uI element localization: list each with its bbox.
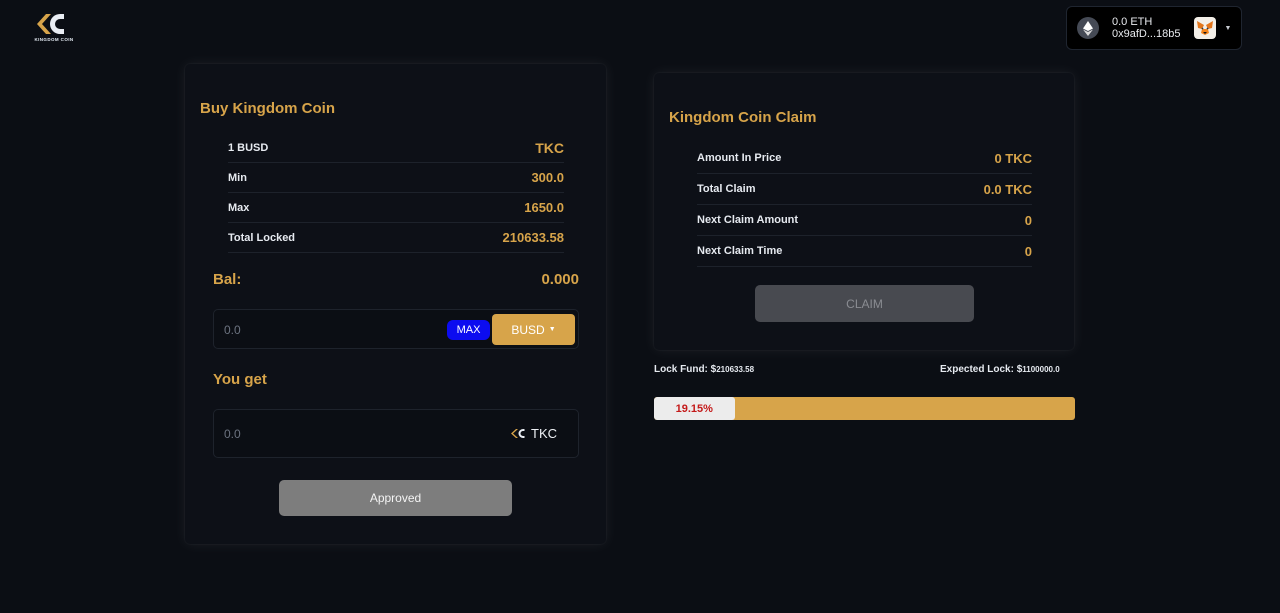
table-row: Next Claim Amount 0 bbox=[697, 205, 1032, 236]
chevron-down-icon[interactable]: ▼ bbox=[1225, 25, 1232, 32]
wallet-address: 0x9afD...18b5 bbox=[1112, 28, 1181, 40]
receive-currency-label: TKC bbox=[531, 426, 557, 441]
approved-button[interactable]: Approved bbox=[279, 480, 512, 516]
table-row: Total Claim 0.0 TKC bbox=[697, 174, 1032, 205]
claim-card: Kingdom Coin Claim Amount In Price 0 TKC… bbox=[654, 73, 1074, 350]
claim-title: Kingdom Coin Claim bbox=[669, 109, 817, 126]
pay-amount-input[interactable]: 0.0 bbox=[224, 323, 241, 337]
currency-label: BUSD bbox=[511, 322, 545, 337]
buy-info-table: 1 BUSD TKC Min 300.0 Max 1650.0 Total Lo… bbox=[228, 133, 564, 253]
eth-icon bbox=[1077, 17, 1099, 39]
lock-progress-bar: 19.15% bbox=[654, 397, 1075, 420]
row-value: 0 TKC bbox=[994, 150, 1032, 166]
buy-title: Buy Kingdom Coin bbox=[200, 100, 335, 117]
receive-amount-field[interactable]: 0.0 TKC bbox=[213, 409, 579, 458]
row-label: Amount In Price bbox=[697, 152, 782, 164]
wallet-button[interactable]: 0.0 ETH 0x9afD...18b5 ▼ bbox=[1066, 6, 1242, 50]
expected-lock: Expected Lock: $1100000.0 bbox=[940, 364, 1060, 375]
row-value: TKC bbox=[535, 139, 564, 156]
balance-row: Bal: 0.000 bbox=[213, 271, 579, 288]
receive-currency: TKC bbox=[511, 426, 557, 441]
row-label: Next Claim Amount bbox=[697, 214, 799, 226]
metamask-fox-icon bbox=[1193, 17, 1216, 39]
kingdom-coin-logo-icon bbox=[37, 14, 64, 34]
currency-select-button[interactable]: BUSD ▼ bbox=[492, 314, 575, 345]
lock-fund-value: 210633.58 bbox=[716, 365, 755, 374]
max-button[interactable]: MAX bbox=[447, 320, 490, 340]
receive-amount-input[interactable]: 0.0 bbox=[224, 427, 241, 441]
table-row: Total Locked 210633.58 bbox=[228, 223, 564, 253]
table-row: Max 1650.0 bbox=[228, 193, 564, 223]
table-row: Next Claim Time 0 bbox=[697, 236, 1032, 267]
row-label: 1 BUSD bbox=[228, 141, 269, 154]
row-label: Next Claim Time bbox=[697, 245, 783, 257]
expected-lock-value: 1100000.0 bbox=[1022, 365, 1060, 374]
row-label: Max bbox=[228, 201, 250, 214]
table-row: Min 300.0 bbox=[228, 163, 564, 193]
kingdom-coin-icon bbox=[511, 429, 525, 438]
row-value: 210633.58 bbox=[502, 230, 564, 245]
kingdom-coin-logo[interactable]: KINGDOM COIN bbox=[33, 12, 75, 44]
row-value: 0.0 TKC bbox=[983, 181, 1032, 197]
lock-progress-fill: 19.15% bbox=[654, 397, 735, 420]
wallet-balance: 0.0 ETH bbox=[1112, 16, 1153, 28]
table-row: Amount In Price 0 TKC bbox=[697, 143, 1032, 174]
row-value: 1650.0 bbox=[524, 200, 564, 215]
row-label: Total Locked bbox=[228, 231, 296, 244]
row-value: 0 bbox=[1024, 243, 1032, 259]
claim-info-table: Amount In Price 0 TKC Total Claim 0.0 TK… bbox=[697, 143, 1032, 267]
row-value: 0 bbox=[1024, 212, 1032, 228]
pay-amount-field[interactable]: 0.0 MAX BUSD ▼ bbox=[213, 309, 579, 349]
buy-card: Buy Kingdom Coin 1 BUSD TKC Min 300.0 Ma… bbox=[185, 64, 606, 544]
balance-label: Bal: bbox=[213, 271, 242, 288]
balance-value: 0.000 bbox=[541, 271, 579, 288]
logo-text: KINGDOM COIN bbox=[34, 37, 74, 42]
you-get-label: You get bbox=[213, 371, 267, 388]
row-value: 300.0 bbox=[531, 170, 564, 185]
claim-button[interactable]: CLAIM bbox=[755, 285, 974, 322]
lock-progress-label: 19.15% bbox=[675, 402, 713, 415]
row-label: Min bbox=[228, 171, 247, 184]
wallet-info: 0.0 ETH 0x9afD...18b5 bbox=[1112, 16, 1181, 40]
chevron-down-icon: ▼ bbox=[548, 326, 556, 333]
table-row: 1 BUSD TKC bbox=[228, 133, 564, 163]
expected-lock-label: Expected Lock: bbox=[940, 364, 1017, 375]
lock-fund: Lock Fund: $210633.58 bbox=[654, 364, 754, 375]
row-label: Total Claim bbox=[697, 183, 756, 195]
lock-fund-label: Lock Fund: bbox=[654, 364, 711, 375]
